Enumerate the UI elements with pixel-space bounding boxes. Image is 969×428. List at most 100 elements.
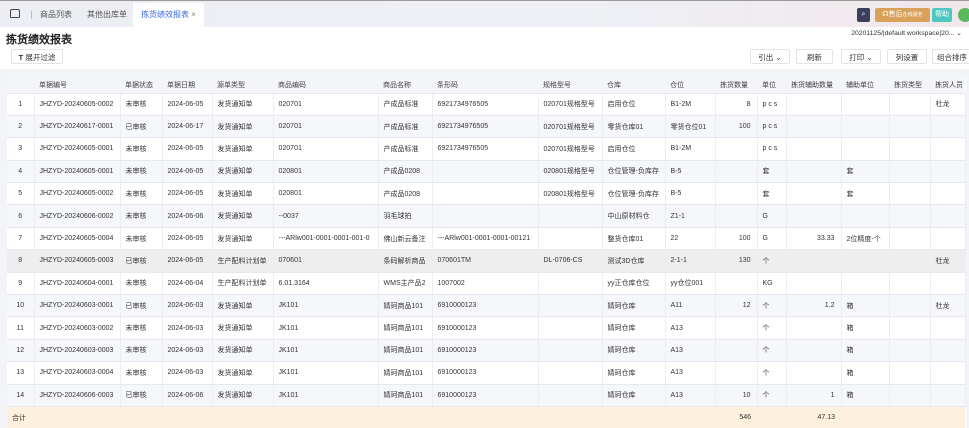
total-cell — [665, 406, 715, 428]
print-button[interactable]: 打印 ⌄ — [841, 49, 881, 64]
table-cell: 婧珂仓库 — [602, 294, 666, 318]
table-cell: 产成品标准 — [378, 137, 433, 161]
table-cell — [930, 204, 966, 228]
table-row[interactable]: 10 JHZYD-20240603-0001 已审核 2024-06-03 发货通知单 J… — [7, 294, 966, 318]
table-cell: 发货通知单 — [212, 137, 274, 161]
table-row[interactable]: 11 JHZYD-20240603-0002 未审核 2024-06-03 发货通知单 J… — [7, 316, 966, 340]
export-button[interactable]: 引出 ⌄ — [750, 49, 790, 64]
column-header[interactable]: 仓位 — [665, 77, 715, 94]
help-button[interactable]: 帮助 — [932, 8, 952, 22]
table-cell: JHZYD-20240604-0001 — [34, 272, 121, 296]
column-header[interactable]: 单据编号 — [34, 77, 120, 94]
table-row[interactable]: 5 JHZYD-20240605-0002 未审核 2024-06-05 发货通知单 02… — [7, 182, 966, 206]
table-cell: 生产配料计划单 — [212, 249, 274, 273]
avatar[interactable] — [958, 8, 969, 22]
table-cell — [889, 182, 931, 206]
total-cell — [162, 406, 212, 428]
table-row[interactable]: 9 JHZYD-20240604-0001 未审核 2024-06-04 生产配料计划单… — [7, 272, 966, 296]
table-cell: 11 — [7, 316, 35, 340]
column-header[interactable]: 仓库 — [602, 77, 665, 94]
table-row[interactable]: 1 JHZYD-20240605-0002 未审核 2024-06-05 发货通知单 02… — [7, 93, 966, 116]
table-cell: 婧珂商品101 — [378, 339, 433, 363]
workspace-select[interactable]: 20201125/|default workspace|20... ⌄ — [848, 28, 965, 38]
table-cell: 婧珂商品101 — [378, 384, 433, 407]
column-header[interactable]: 拣货人员 — [930, 77, 965, 94]
table-cell: 14 — [7, 384, 35, 407]
table-row[interactable]: 4 JHZYD-20240605-0001 未审核 2024-06-05 发货通知单 02… — [7, 160, 966, 184]
table-cell — [930, 384, 966, 407]
column-header[interactable]: 商品名称 — [378, 77, 432, 94]
total-cell — [34, 406, 120, 428]
table-cell: 已审核 — [120, 294, 163, 318]
table-cell: JHZYD-20240605-0004 — [34, 227, 121, 251]
table-cell: 8 — [7, 249, 35, 273]
table-cell: yy正仓库仓位 — [602, 272, 666, 296]
column-header[interactable]: 拣货数量 — [715, 77, 757, 94]
combined-sort-button[interactable]: 组合排序 — [932, 49, 969, 64]
column-header[interactable]: 拣货辅助数量 — [786, 77, 841, 94]
table-cell: 未审核 — [120, 227, 163, 251]
export-label: 引出 — [758, 53, 774, 62]
table-cell: 2024-06-05 — [162, 160, 213, 184]
column-header[interactable]: 条形码 — [432, 77, 538, 94]
table-cell: 2024-06-17 — [162, 115, 213, 139]
table-cell: 020701规格型号 — [538, 115, 603, 139]
table-cell: 产成品0208 — [378, 160, 433, 184]
home-icon[interactable] — [10, 9, 20, 18]
table-cell: 12 — [715, 294, 758, 318]
search-button[interactable]: ⌕ — [857, 8, 870, 22]
table-cell: 020801规格型号 — [538, 182, 603, 206]
table-cell — [432, 160, 539, 184]
table-cell: 发货通知单 — [212, 361, 274, 385]
service-button[interactable]: ☊售后在线服务 — [875, 8, 930, 22]
table-cell — [889, 249, 931, 273]
table-cell: 6910000123 — [432, 294, 539, 318]
column-settings-button[interactable]: 列设置 — [887, 49, 927, 64]
table-cell: JHZYD-20240617-0001 — [34, 115, 121, 139]
table-cell: B1-2M — [665, 93, 716, 116]
table-row[interactable]: 3 JHZYD-20240605-0001 未审核 2024-06-05 发货通知单 02… — [7, 137, 966, 161]
column-header[interactable]: 拣货类型 — [889, 77, 930, 94]
table-cell: 零货仓库01 — [602, 115, 666, 139]
service-label: 售后 — [888, 11, 903, 18]
table-cell — [538, 384, 603, 407]
table-cell — [930, 137, 966, 161]
table-row[interactable]: 13 JHZYD-20240603-0004 未审核 2024-06-03 发货通知单 J… — [7, 361, 966, 385]
table-cell: 发货通知单 — [212, 339, 274, 363]
tab-picking-report[interactable]: 拣货绩效报表 × — [133, 3, 204, 28]
table-cell: 已审核 — [120, 249, 163, 273]
table-cell: 6921734976505 — [432, 93, 539, 116]
table-cell: A13 — [665, 384, 716, 407]
table-row[interactable]: 6 JHZYD-20240606-0002 未审核 2024-06-06 发货通知单 --… — [7, 204, 966, 228]
expand-filter-button[interactable]: T 展开过滤 — [11, 49, 63, 64]
close-icon[interactable]: × — [191, 10, 196, 19]
tab-product-list[interactable]: 商品列表 — [40, 3, 72, 28]
table-row[interactable]: 2 JHZYD-20240617-0001 已审核 2024-06-17 发货通知单 02… — [7, 115, 966, 139]
column-header[interactable]: 单位 — [757, 77, 786, 94]
column-header[interactable]: 规格型号 — [538, 77, 602, 94]
table-cell: JHZYD-20240603-0004 — [34, 361, 121, 385]
column-header[interactable]: 辅助单位 — [841, 77, 889, 94]
column-header[interactable]: 单据日期 — [162, 77, 212, 94]
total-cell — [757, 406, 786, 428]
column-header[interactable]: 单据状态 — [120, 77, 162, 94]
table-cell: B1-2M — [665, 137, 716, 161]
table-cell: 020701规格型号 — [538, 93, 603, 116]
table-cell — [841, 93, 890, 116]
service-sub: 在线服务 — [902, 12, 923, 18]
total-cell — [841, 406, 889, 428]
table-cell: 2024-06-06 — [162, 204, 213, 228]
table-row[interactable]: 7 JHZYD-20240605-0004 未审核 2024-06-05 发货通知单 --… — [7, 227, 966, 251]
table-cell: 2024-06-05 — [162, 137, 213, 161]
table-row[interactable]: 12 JHZYD-20240603-0003 未审核 2024-06-03 发货通知单 J… — [7, 339, 966, 363]
table-cell: 佛山新云备注 — [378, 227, 433, 251]
table-row[interactable]: 14 JHZYD-20240606-0003 已审核 2024-06-06 发货通知单 J… — [7, 384, 966, 407]
table-cell — [930, 227, 966, 251]
refresh-button[interactable]: 刷新 — [796, 49, 833, 64]
tab-other-outbound[interactable]: 其他出库单 — [87, 3, 127, 28]
column-header[interactable]: 源单类型 — [212, 77, 273, 94]
table-row[interactable]: 8 JHZYD-20240605-0003 已审核 2024-06-05 生产配料计划单… — [7, 249, 966, 273]
column-header[interactable] — [7, 77, 34, 94]
table-cell — [889, 93, 931, 116]
column-header[interactable]: 商品编码 — [273, 77, 378, 94]
